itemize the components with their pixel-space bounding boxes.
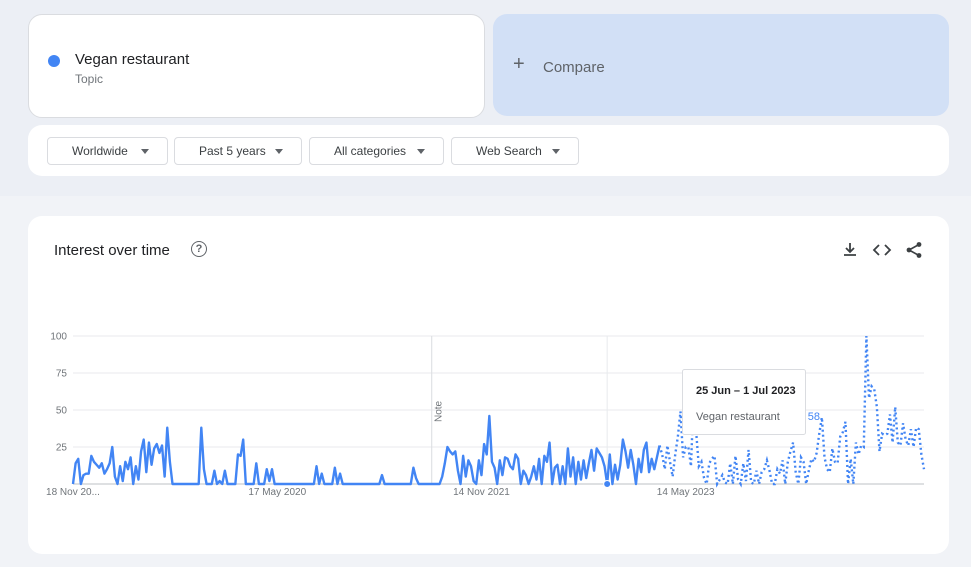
note-label: Note [434, 400, 445, 422]
series-color-dot [48, 55, 60, 67]
x-tick-label: 14 May 2023 [657, 487, 715, 498]
caret-down-icon [141, 149, 149, 154]
search-type-filter-dropdown[interactable]: Web Search [451, 137, 579, 165]
x-tick-label: 17 May 2020 [248, 487, 306, 498]
x-tick-label: 14 Nov 2021 [453, 487, 510, 498]
compare-button[interactable]: + Compare [493, 14, 949, 116]
y-tick-label: 100 [50, 332, 67, 343]
y-tick-label: 75 [56, 369, 68, 380]
region-filter-dropdown[interactable]: Worldwide [47, 137, 168, 165]
x-tick-label: 18 Nov 20... [46, 487, 100, 498]
category-filter-dropdown[interactable]: All categories [309, 137, 444, 165]
y-tick-label: 25 [56, 443, 68, 454]
caret-down-icon [552, 149, 560, 154]
tooltip-box [682, 369, 806, 435]
category-filter-label: All categories [334, 144, 407, 158]
y-tick-label: 50 [56, 406, 68, 417]
region-filter-label: Worldwide [72, 144, 128, 158]
compare-label: Compare [543, 59, 605, 76]
tooltip-value: 58 [808, 411, 820, 423]
line-chart[interactable]: Note 25 50 75 100 18 Nov 20... 17 May 2020 14 … [28, 216, 949, 554]
search-term-type: Topic [75, 72, 104, 86]
tooltip-series-name: Vegan restaurant [696, 411, 780, 423]
interest-over-time-card: Interest over time ? Note 25 50 75 100 18 No… [28, 216, 949, 554]
series-line [71, 414, 661, 486]
time-range-filter-dropdown[interactable]: Past 5 years [174, 137, 302, 165]
filter-bar: Worldwide Past 5 years All categories We… [28, 125, 949, 176]
chart-tooltip: 25 Jun – 1 Jul 2023 Vegan restaurant 58 [682, 369, 820, 435]
plus-icon: + [513, 53, 525, 75]
search-type-filter-label: Web Search [476, 144, 542, 158]
highlight-point [603, 480, 612, 488]
time-range-filter-label: Past 5 years [199, 144, 266, 158]
search-term-name[interactable]: Vegan restaurant [75, 51, 189, 68]
search-term-card[interactable]: Vegan restaurant Topic [28, 14, 485, 118]
tooltip-date: 25 Jun – 1 Jul 2023 [696, 385, 796, 397]
caret-down-icon [417, 149, 425, 154]
caret-down-icon [275, 149, 283, 154]
